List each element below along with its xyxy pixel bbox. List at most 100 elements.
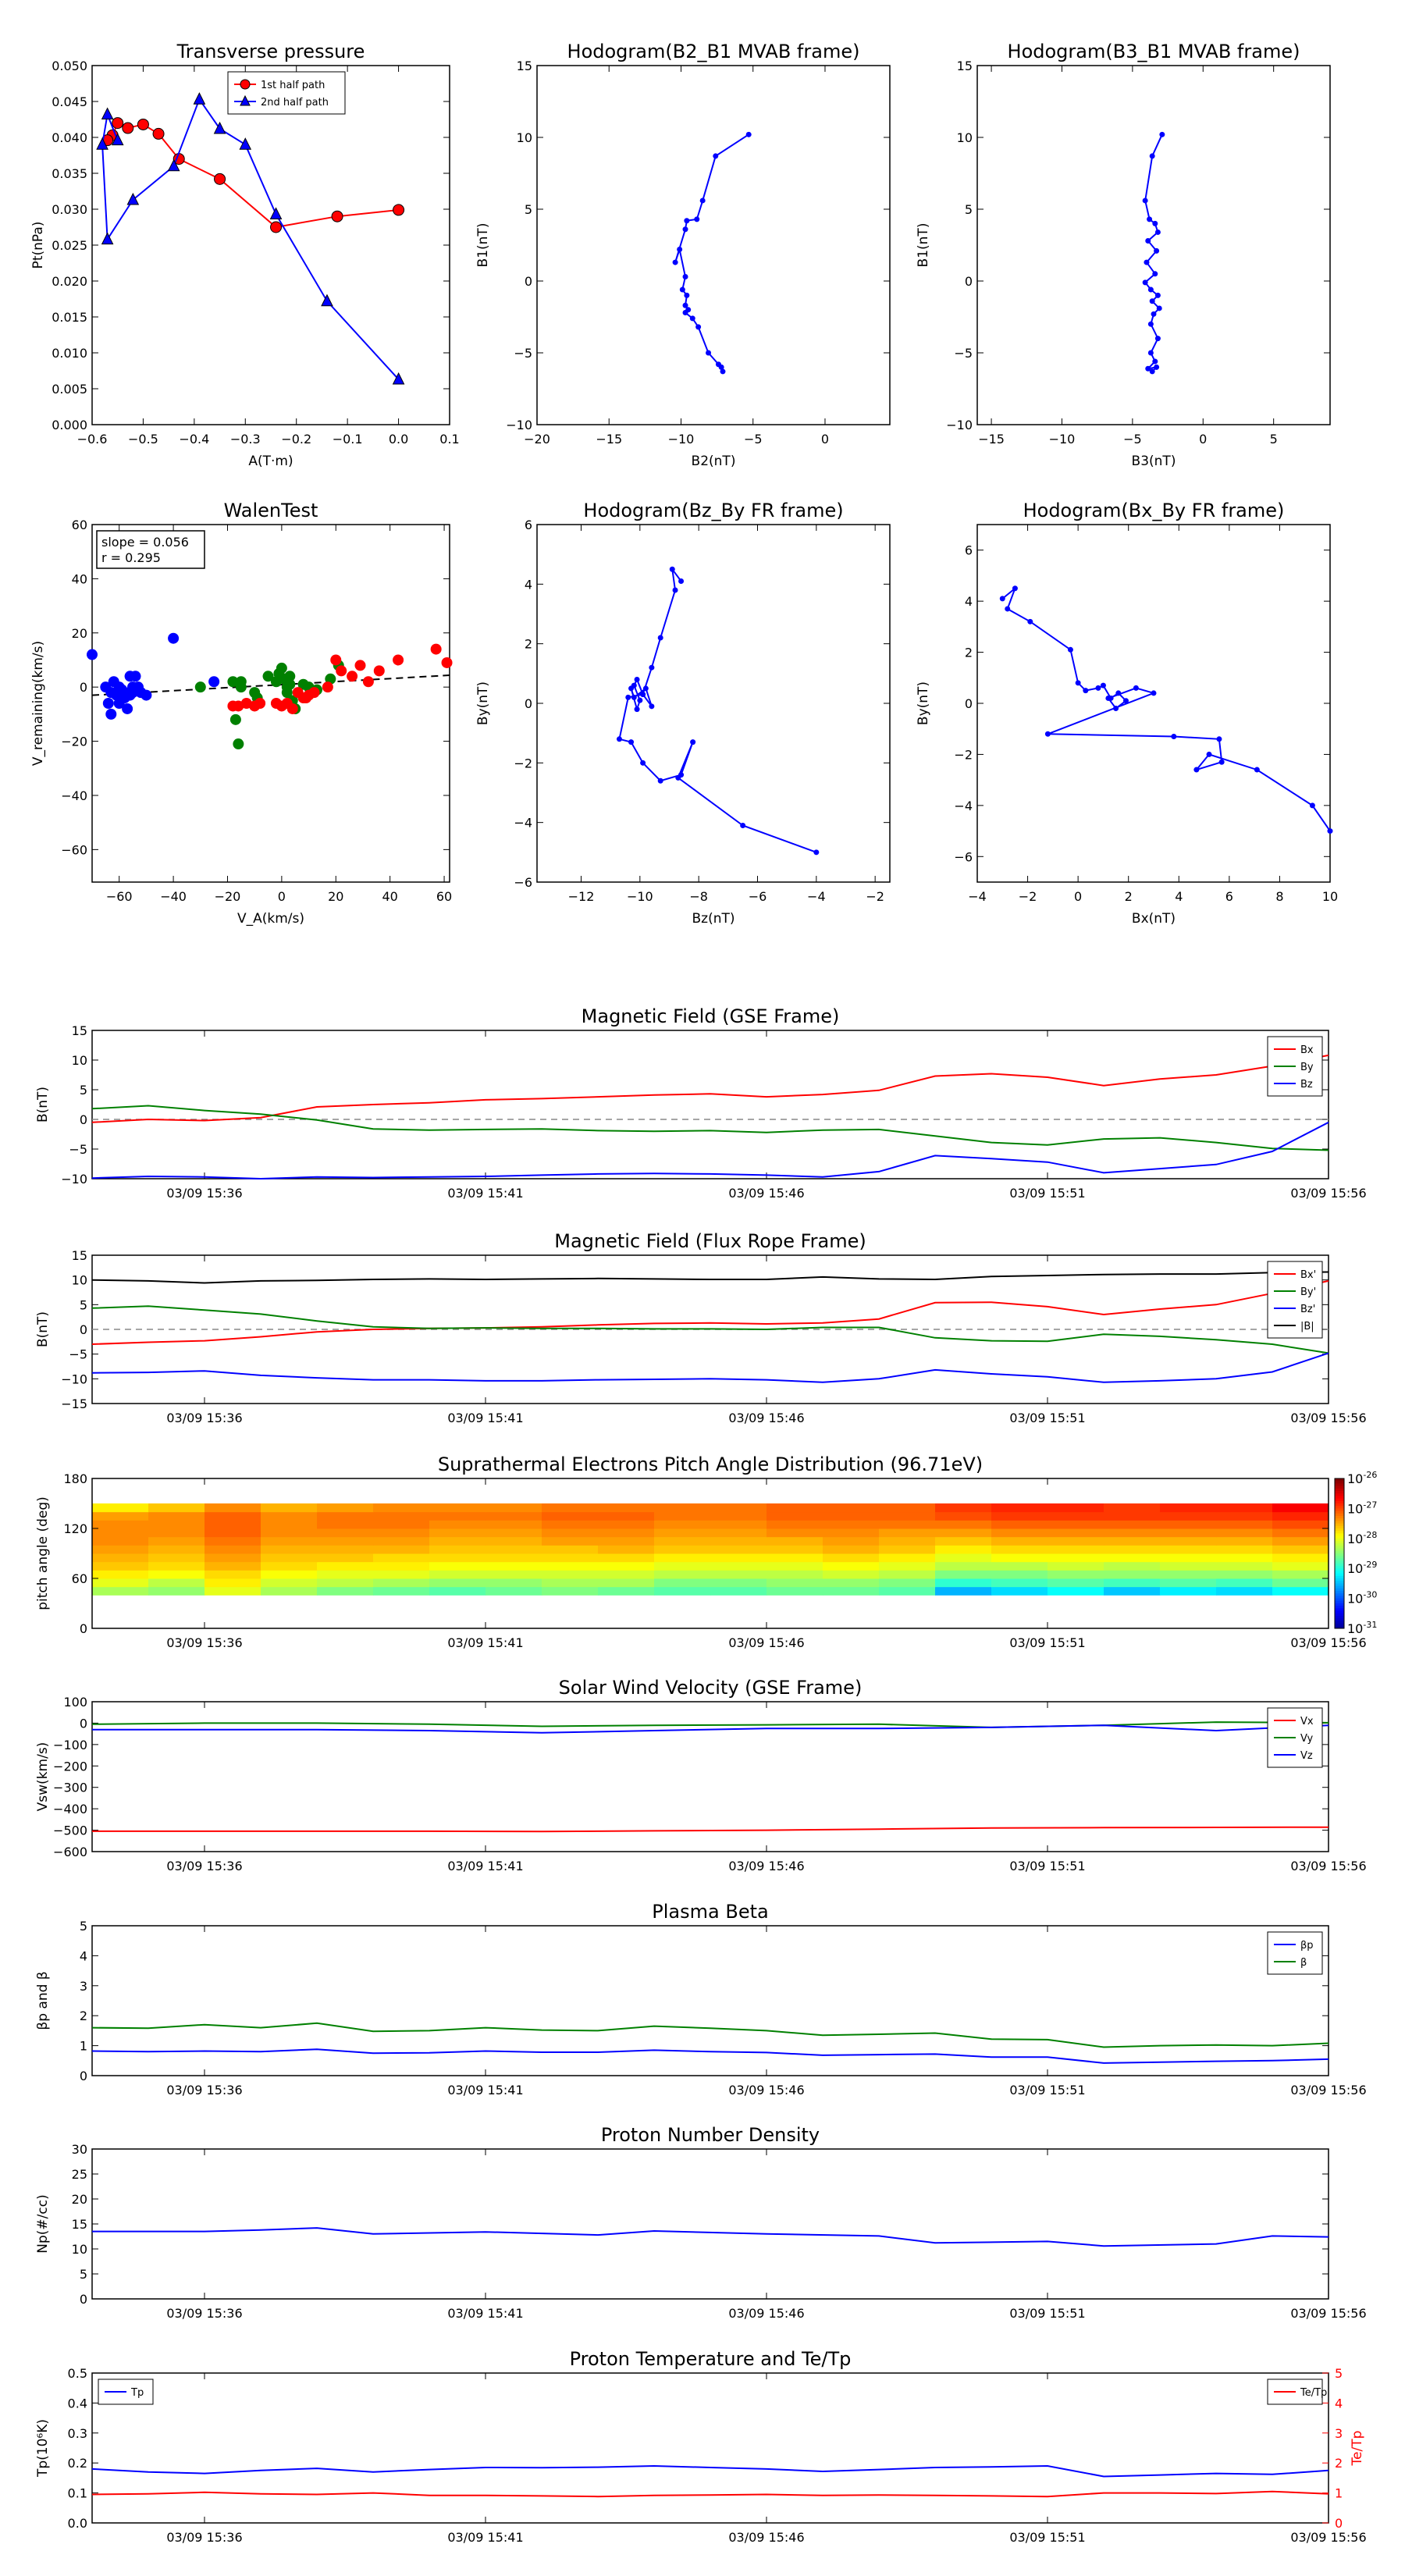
heatmap-cell — [991, 1553, 1048, 1563]
heatmap-cell — [879, 1503, 936, 1513]
heatmap-cell — [542, 1503, 599, 1513]
data-point — [193, 92, 206, 105]
legend-label: Bx — [1300, 1044, 1314, 1056]
chart-title: Solar Wind Velocity (GSE Frame) — [559, 1677, 863, 1699]
scatter-point — [208, 676, 220, 688]
heatmap-cell — [429, 1561, 486, 1571]
y-tick-label: 0 — [965, 696, 973, 711]
y-tick-label: 40 — [72, 571, 87, 586]
colorbar-step — [1335, 1563, 1344, 1567]
colorbar-step — [1335, 1528, 1344, 1532]
scatter-point — [441, 656, 453, 668]
y-tick-label: 0 — [80, 1621, 87, 1636]
legend-label: Vy — [1300, 1733, 1314, 1745]
y-tick-label: 2 — [965, 646, 973, 660]
heatmap-cell — [1216, 1536, 1273, 1546]
heatmap-cell — [486, 1511, 542, 1521]
y-tick-label: 10 — [72, 2242, 87, 2257]
heatmap-cell — [935, 1561, 992, 1571]
y-tick-label: −500 — [53, 1823, 87, 1838]
colorbar-step — [1335, 1535, 1344, 1539]
heatmap-cell — [486, 1578, 542, 1588]
heatmap-cell — [261, 1561, 318, 1571]
data-point — [649, 703, 655, 710]
data-point — [1149, 368, 1155, 375]
colorbar-step — [1335, 1518, 1344, 1521]
y-tick-label: −60 — [61, 842, 87, 857]
heatmap-cell — [429, 1520, 486, 1529]
y-tick-label: 100 — [63, 1695, 87, 1710]
data-point — [1147, 321, 1154, 327]
heatmap-cell — [1160, 1561, 1217, 1571]
heatmap-cell — [317, 1586, 374, 1596]
y-tick-label: 5 — [965, 202, 973, 217]
heatmap-cell — [767, 1570, 823, 1579]
heatmap-cell — [654, 1578, 711, 1588]
colorbar-step — [1335, 1573, 1344, 1577]
data-point — [745, 131, 752, 137]
scatter-point — [102, 698, 114, 709]
colorbar-step — [1335, 1506, 1344, 1509]
chart-beta: 03/09 15:36 03/09 15:41 03/09 15:46 03/09 1… — [35, 1901, 1367, 2097]
colorbar-step — [1335, 1553, 1344, 1557]
heatmap-cell — [429, 1503, 486, 1513]
colorbar-step — [1335, 1556, 1344, 1559]
heatmap-cell — [991, 1536, 1048, 1546]
chart-title: Magnetic Field (Flux Rope Frame) — [554, 1230, 866, 1252]
legend-label: β — [1300, 1957, 1307, 1969]
x-tick-label: 03/09 15:41 — [447, 1411, 523, 1425]
chart-bfr: 03/09 15:36 03/09 15:41 03/09 15:46 03/09 1… — [35, 1230, 1367, 1425]
data-point — [1145, 237, 1151, 244]
heatmap-cell — [935, 1520, 992, 1529]
y-axis-label: Pt(nPa) — [30, 222, 46, 269]
heatmap-cell — [486, 1561, 542, 1571]
heatmap-cell — [148, 1578, 205, 1588]
data-point — [1122, 698, 1129, 704]
heatmap-cell — [935, 1570, 992, 1579]
y-tick-label: −200 — [53, 1759, 87, 1774]
heatmap-cell — [879, 1586, 936, 1596]
x-tick-label: 5 — [1270, 432, 1278, 447]
y-tick-label: 4 — [80, 1948, 87, 1963]
heatmap-cell — [486, 1536, 542, 1546]
heatmap-cell — [991, 1545, 1048, 1554]
data-point — [1206, 751, 1212, 757]
x-tick-label: 03/09 15:41 — [447, 2530, 523, 2545]
y-tick-label: 0.025 — [52, 238, 87, 253]
heatmap-cell — [486, 1570, 542, 1579]
heatmap-cell — [710, 1586, 767, 1596]
heatmap-cell — [1048, 1578, 1104, 1588]
colorbar-step — [1335, 1510, 1344, 1514]
heatmap-cell — [710, 1503, 767, 1513]
data-point — [1159, 131, 1165, 137]
y-tick-label: 0.5 — [68, 2366, 87, 2381]
heatmap-cell — [429, 1570, 486, 1579]
heatmap-cell — [991, 1586, 1048, 1596]
y-tick-label: 60 — [72, 518, 87, 532]
y-axis-label: Np(#/cc) — [35, 2194, 51, 2253]
heatmap-cell — [373, 1536, 430, 1546]
chart-title: Transverse pressure — [176, 41, 365, 62]
scatter-point — [140, 689, 152, 701]
heatmap-cell — [598, 1503, 655, 1513]
y-axis-label: B(nT) — [35, 1311, 51, 1347]
legend-box — [1267, 1931, 1323, 1975]
x-tick-label: 03/09 15:51 — [1009, 1635, 1085, 1650]
colorbar-step — [1335, 1546, 1344, 1550]
data-point — [694, 216, 700, 222]
scatter-point — [393, 654, 404, 666]
x-tick-label: 03/09 15:51 — [1009, 2306, 1085, 2321]
x-tick-label: −12 — [568, 889, 595, 904]
y-tick-label: 0 — [965, 274, 973, 289]
heatmap-cell — [92, 1570, 149, 1579]
scatter-point — [229, 713, 241, 725]
legend-label: 1st half path — [261, 80, 325, 91]
heatmap-cell — [373, 1511, 430, 1521]
axes-frame — [91, 2148, 1329, 2300]
y-tick-label: −600 — [53, 1845, 87, 1859]
data-point — [649, 664, 655, 671]
x-tick-label: 03/09 15:41 — [447, 2083, 523, 2097]
heatmap-cell — [542, 1520, 599, 1529]
x-tick-label: −10 — [668, 432, 695, 447]
colorbar-label: 10-29 — [1347, 1560, 1377, 1576]
